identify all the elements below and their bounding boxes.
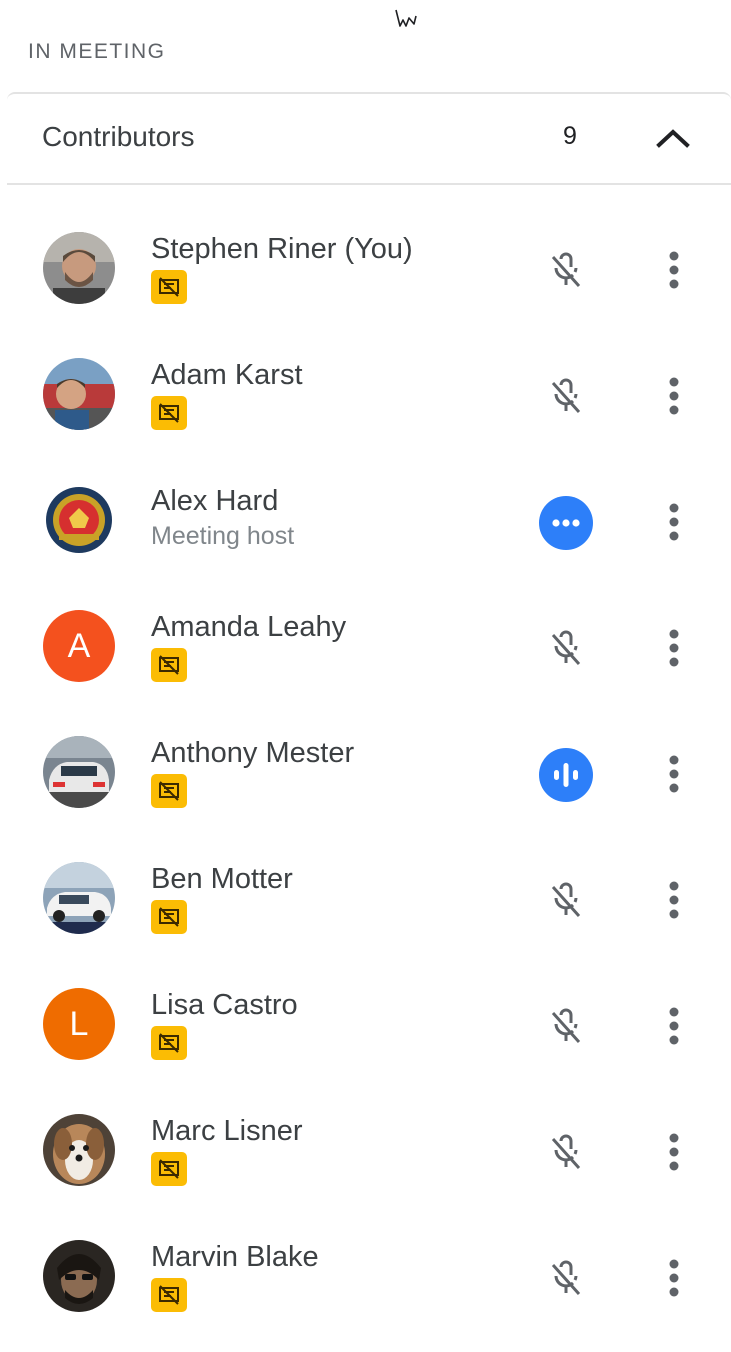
mute-toggle-button[interactable] <box>538 998 594 1054</box>
participant-name: Stephen Riner (You) <box>151 233 413 265</box>
more-vert-icon <box>669 503 679 541</box>
participant-row[interactable]: Marvin Blake <box>0 1212 731 1338</box>
more-vert-icon <box>669 377 679 415</box>
avatar <box>43 484 115 556</box>
avatar: A <box>43 610 115 682</box>
mute-toggle-button[interactable] <box>538 620 594 676</box>
participant-row[interactable]: A Amanda Leahy <box>0 582 731 708</box>
more-vert-icon <box>669 1007 679 1045</box>
speaking-indicator-button[interactable] <box>539 748 593 802</box>
more-options-button[interactable] <box>652 622 696 674</box>
more-options-button[interactable] <box>652 874 696 926</box>
more-vert-icon <box>669 1259 679 1297</box>
avatar <box>43 1240 115 1312</box>
participants-panel: IN MEETING Contributors 9 Stephen Riner … <box>0 0 731 1352</box>
avatar <box>43 1114 115 1186</box>
presentation-off-icon <box>151 774 187 808</box>
participant-name: Marvin Blake <box>151 1241 319 1273</box>
presentation-off-icon <box>151 1152 187 1186</box>
more-options-button[interactable] <box>652 748 696 800</box>
more-vert-icon <box>669 629 679 667</box>
participant-name: Adam Karst <box>151 359 303 391</box>
participant-row[interactable]: Ben Motter <box>0 834 731 960</box>
mic-off-icon <box>551 1134 581 1170</box>
participant-activity-button[interactable] <box>539 496 593 550</box>
participant-name: Lisa Castro <box>151 989 298 1021</box>
participant-row[interactable]: Anthony Mester <box>0 708 731 834</box>
more-horiz-icon <box>552 519 580 527</box>
more-options-button[interactable] <box>652 370 696 422</box>
participant-name: Alex Hard <box>151 485 279 517</box>
more-vert-icon <box>669 1133 679 1171</box>
presentation-off-icon <box>151 1278 187 1312</box>
avatar-initial: L <box>69 1004 89 1043</box>
participant-role: Meeting host <box>151 522 295 550</box>
more-vert-icon <box>669 251 679 289</box>
participant-row[interactable]: Stephen Riner (You) <box>0 204 731 330</box>
more-options-button[interactable] <box>652 1000 696 1052</box>
more-vert-icon <box>669 755 679 793</box>
mute-toggle-button[interactable] <box>538 242 594 298</box>
audio-level-icon <box>554 763 578 787</box>
avatar <box>43 232 115 304</box>
contributors-group-header[interactable]: Contributors 9 <box>7 92 731 185</box>
participant-name: Ben Motter <box>151 863 293 895</box>
group-title: Contributors <box>42 121 195 152</box>
participant-row[interactable]: Alex Hard Meeting host <box>0 456 731 582</box>
participant-name: Marc Lisner <box>151 1115 303 1147</box>
mute-toggle-button[interactable] <box>538 872 594 928</box>
participant-row[interactable]: Adam Karst <box>0 330 731 456</box>
participant-count: 9 <box>563 122 577 150</box>
more-vert-icon <box>669 881 679 919</box>
mute-toggle-button[interactable] <box>538 1250 594 1306</box>
collapse-button[interactable] <box>651 116 695 160</box>
presentation-off-icon <box>151 396 187 430</box>
more-options-button[interactable] <box>652 244 696 296</box>
mute-toggle-button[interactable] <box>538 1124 594 1180</box>
presentation-off-icon <box>151 900 187 934</box>
more-options-button[interactable] <box>652 1126 696 1178</box>
avatar-initial: A <box>67 626 91 665</box>
avatar <box>43 358 115 430</box>
mic-off-icon <box>551 378 581 414</box>
mic-off-icon <box>551 882 581 918</box>
more-options-button[interactable] <box>652 496 696 548</box>
mic-off-icon <box>551 630 581 666</box>
chevron-up-icon <box>656 129 690 148</box>
mic-off-icon <box>551 1260 581 1296</box>
participant-row[interactable]: Marc Lisner <box>0 1086 731 1212</box>
mic-off-icon <box>551 1008 581 1044</box>
section-title: IN MEETING <box>28 40 166 63</box>
more-options-button[interactable] <box>652 1252 696 1304</box>
avatar: L <box>43 988 115 1060</box>
participant-name: Anthony Mester <box>151 737 355 769</box>
mic-off-icon <box>551 252 581 288</box>
avatar <box>43 862 115 934</box>
presentation-off-icon <box>151 1026 187 1060</box>
participant-row[interactable]: L Lisa Castro <box>0 960 731 1086</box>
mute-toggle-button[interactable] <box>538 368 594 424</box>
presentation-off-icon <box>151 270 187 304</box>
cursor-icon <box>395 9 417 27</box>
avatar <box>43 736 115 808</box>
participant-name: Amanda Leahy <box>151 611 347 643</box>
presentation-off-icon <box>151 648 187 682</box>
participant-list: Stephen Riner (You) Adam Karst Alex Hard… <box>0 204 731 1338</box>
